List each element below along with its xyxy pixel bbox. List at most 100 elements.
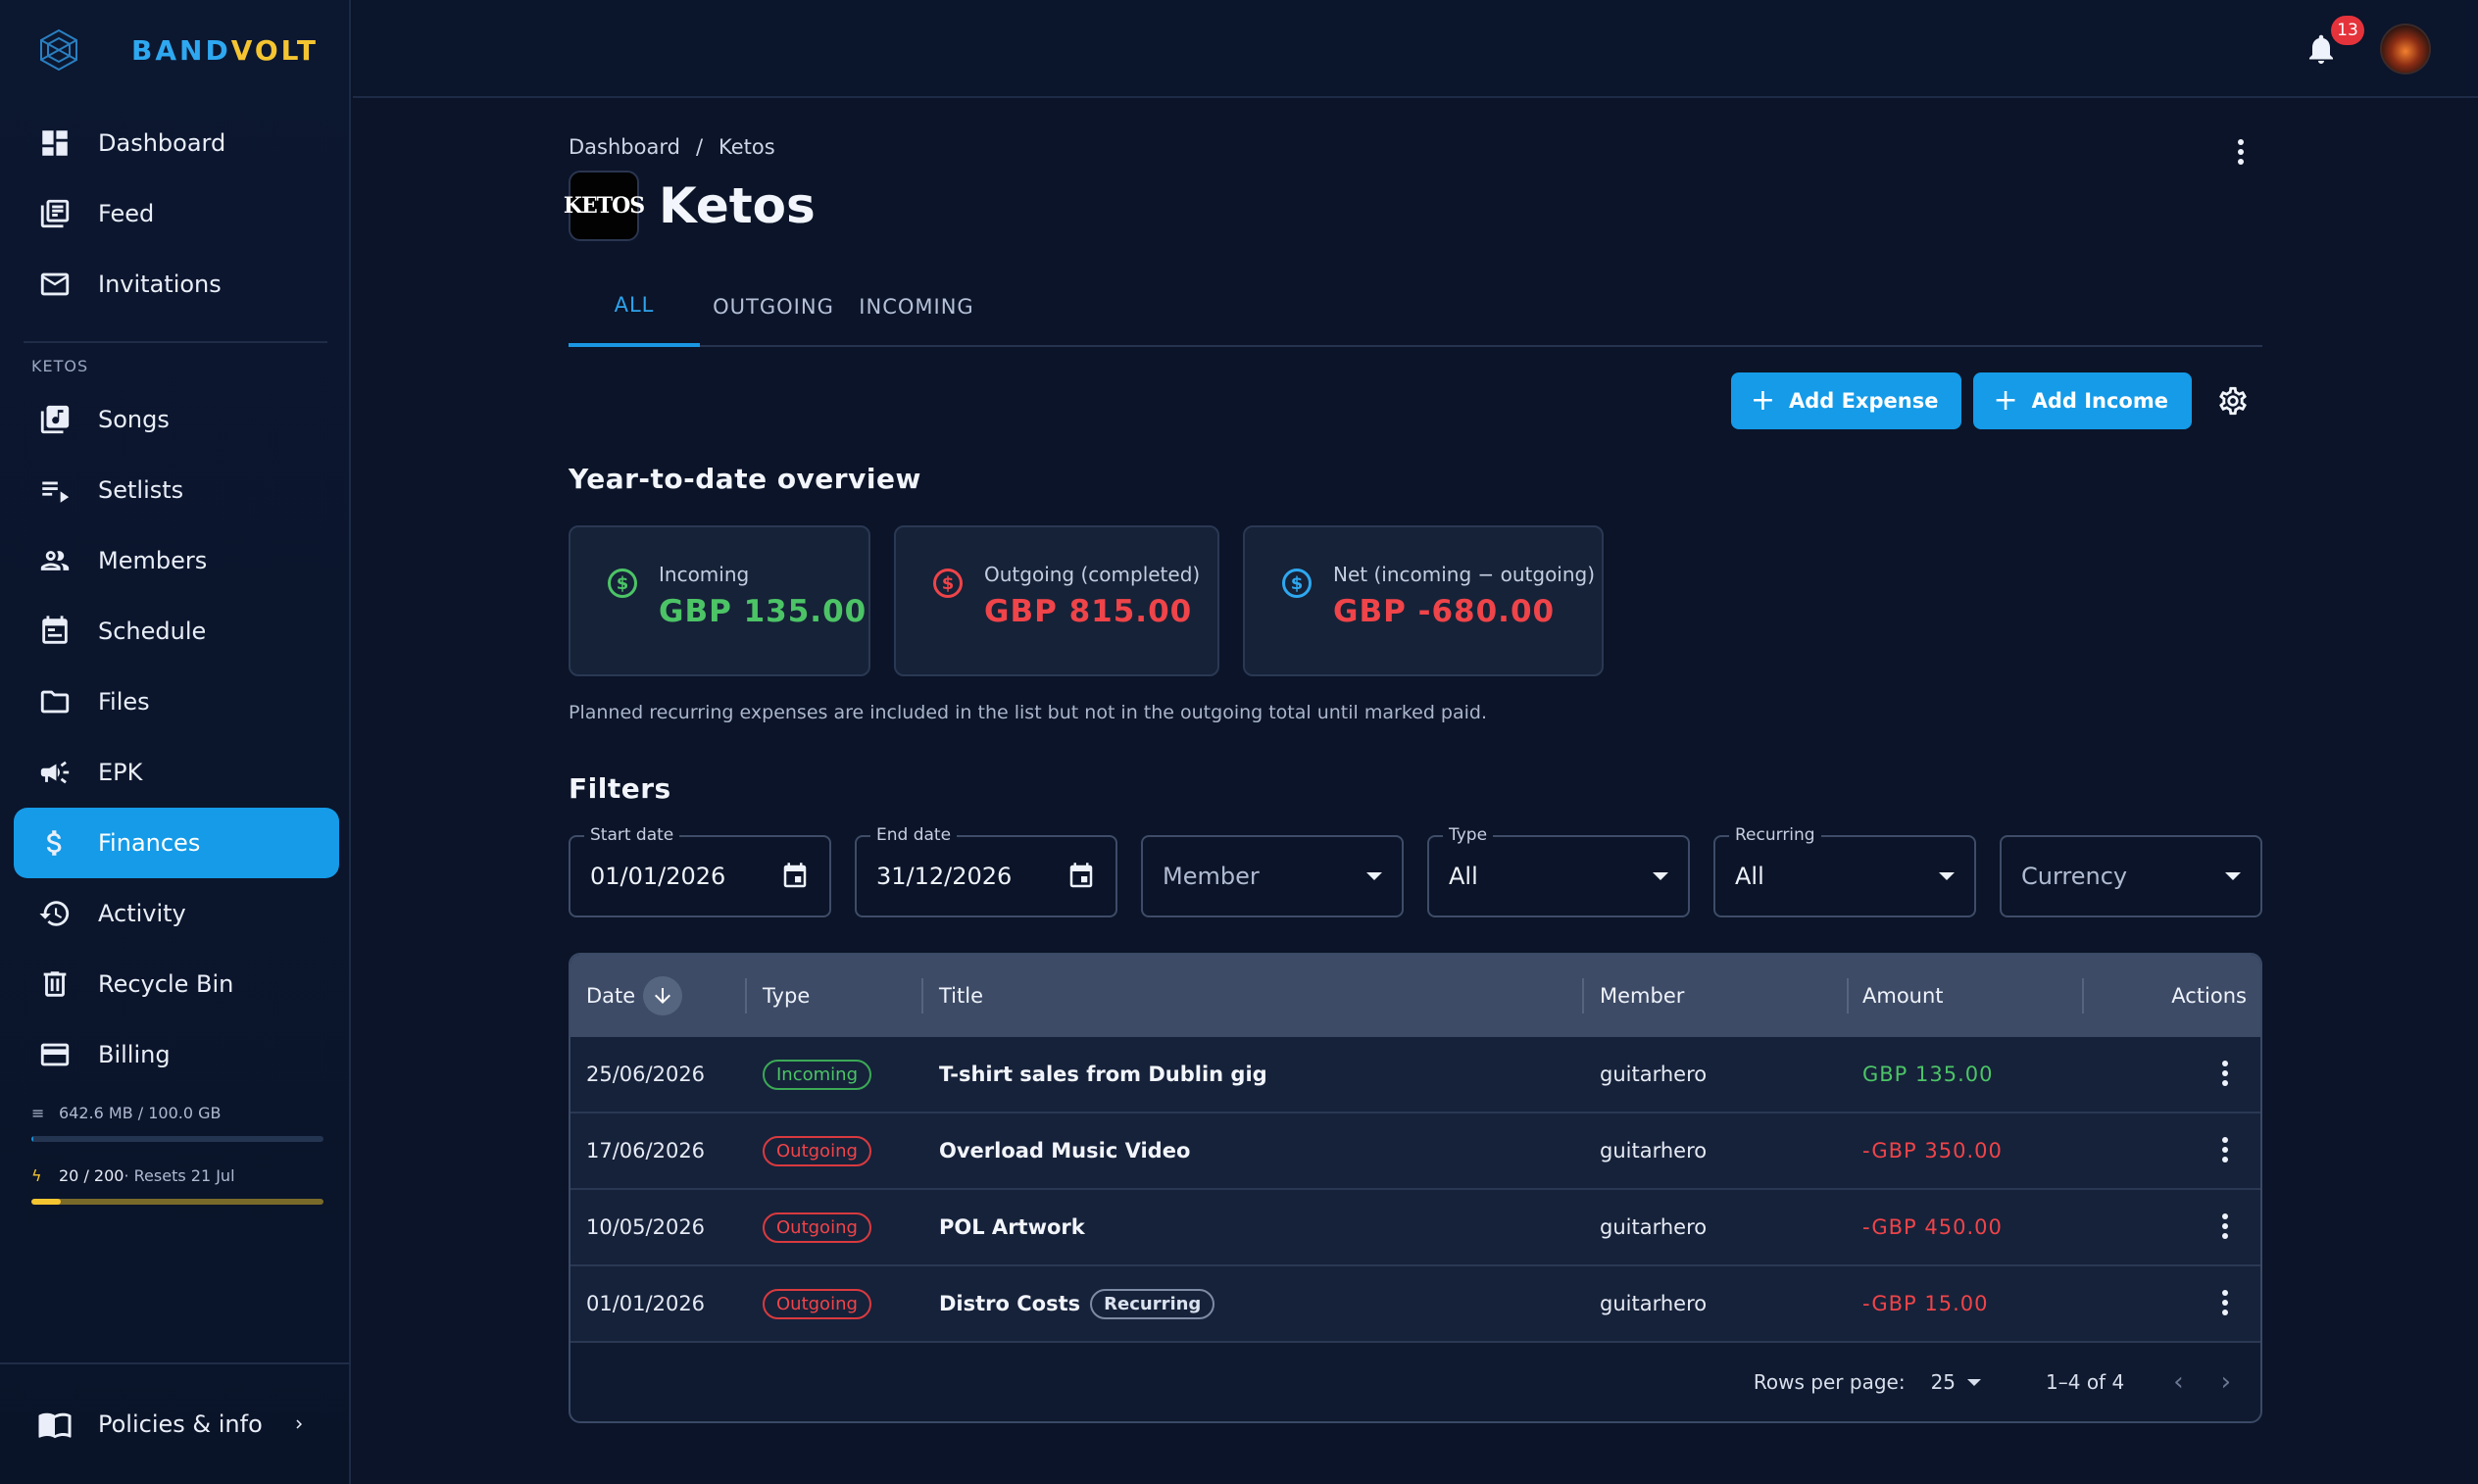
chevron-right-icon [296,1419,302,1429]
caret-down-icon [1366,872,1382,880]
breadcrumb-dashboard-link[interactable]: Dashboard [569,135,680,159]
storage-icon: ≡ [31,1104,45,1122]
incoming-total-card: $ Incoming GBP 135.00 [569,525,870,676]
sidebar-item-setlists[interactable]: Setlists [14,455,339,525]
table-row[interactable]: 10/05/2026 Outgoing POL Artwork guitarhe… [570,1190,2260,1266]
sidebar-item-label: Feed [98,200,155,227]
row-date: 01/01/2026 [586,1292,706,1315]
row-actions-button[interactable] [2221,1137,2229,1166]
currency-select[interactable]: Currency [2000,835,2262,917]
row-date: 10/05/2026 [586,1215,706,1239]
tab-outgoing[interactable]: OUTGOING [700,267,847,347]
top-bar: 13 [353,0,2478,98]
sidebar-item-dashboard[interactable]: Dashboard [14,108,339,178]
table-row[interactable]: 01/01/2026 Outgoing Distro Costs Recurrin… [570,1266,2260,1343]
finance-settings-button[interactable] [2204,372,2262,429]
type-chip-outgoing: Outgoing [763,1135,871,1166]
row-title: Overload Music Video [939,1113,1190,1188]
column-header-title[interactable]: Title [921,955,983,1037]
feed-icon [37,196,73,231]
brand-name: BANDVOLT [131,34,319,67]
sidebar-item-activity[interactable]: Activity [14,878,339,949]
row-type: Outgoing [763,1266,871,1341]
filters-bar: Start date 01/01/2026 End date 31/12/202… [569,825,2262,917]
caret-down-icon [1967,1378,1982,1386]
previous-page-button[interactable]: ‹ [2173,1367,2183,1397]
member-select-placeholder: Member [1163,863,1260,890]
row-amount: -GBP 350.00 [1862,1139,2003,1162]
next-page-button[interactable]: › [2221,1367,2231,1397]
sidebar-item-recycle-bin[interactable]: Recycle Bin [14,949,339,1019]
sidebar-item-label: EPK [98,759,143,786]
sidebar-item-schedule[interactable]: Schedule [14,596,339,667]
rows-per-page-select[interactable]: 25 [1930,1370,1982,1394]
row-title: T-shirt sales from Dublin gig [939,1037,1267,1112]
row-type: Outgoing [763,1190,871,1264]
sidebar-item-songs[interactable]: Songs [14,384,339,455]
dollar-circle-icon: $ [608,569,637,598]
sort-descending-button[interactable] [643,976,683,1015]
sidebar-item-finances[interactable]: Finances [14,808,339,878]
start-date-field[interactable]: Start date 01/01/2026 [569,825,831,917]
caret-down-icon [1939,872,1955,880]
breadcrumb: Dashboard / Ketos [569,135,775,159]
row-actions-button[interactable] [2221,1061,2229,1090]
gear-icon [2219,386,2247,416]
arrow-down-icon [655,988,671,1004]
caret-down-icon [2225,872,2241,880]
sidebar-item-label: Invitations [98,271,222,298]
folder-icon [37,684,73,719]
add-income-button[interactable]: + Add Income [1973,372,2192,429]
sidebar-item-feed[interactable]: Feed [14,178,339,249]
pagination-range: 1–4 of 4 [2046,1370,2125,1394]
outgoing-total-label: Outgoing (completed) [984,563,1201,586]
row-member: guitarhero [1600,1292,1708,1315]
credits-usage-bar [31,1199,323,1205]
sidebar-item-invitations[interactable]: Invitations [14,249,339,320]
storage-usage-bar [31,1136,323,1142]
calendar-icon[interactable] [1066,862,1096,891]
sidebar: BANDVOLT Dashboard Feed Invitations KETO… [0,0,351,1484]
sidebar-item-label: Schedule [98,618,207,645]
calendar-icon[interactable] [780,862,810,891]
bolt-icon: ϟ [31,1166,42,1185]
row-title-text: Distro Costs [939,1292,1081,1315]
page-more-options-button[interactable] [2235,139,2247,169]
type-select[interactable]: Type All [1427,825,1690,917]
member-select[interactable]: Member [1141,835,1404,917]
brand-logo[interactable]: BANDVOLT [35,24,319,76]
end-date-value: 31/12/2026 [876,863,1013,890]
tab-all[interactable]: ALL [569,267,700,347]
page-header: KETOS Ketos [564,171,816,241]
column-header-date[interactable]: Date [586,955,683,1037]
row-title: POL Artwork [939,1190,1085,1264]
overview-cards: $ Incoming GBP 135.00 $ Outgoing (comple… [569,525,1604,676]
credits-used: 20 / 200 [59,1166,124,1185]
table-row[interactable]: 17/06/2026 Outgoing Overload Music Video… [570,1113,2260,1190]
recurring-select[interactable]: Recurring All [1713,825,1976,917]
tab-incoming[interactable]: INCOMING [847,267,986,347]
recurring-select-label: Recurring [1729,825,1821,845]
start-date-label: Start date [584,825,680,845]
add-expense-button[interactable]: + Add Expense [1730,372,1962,429]
rows-per-page-value: 25 [1930,1370,1957,1394]
row-member: guitarhero [1600,1063,1708,1086]
row-actions-button[interactable] [2221,1290,2229,1319]
row-date: 25/06/2026 [586,1063,706,1086]
transactions-table: Date Type Title Member Amount Actions 25… [569,953,2262,1423]
band-logo: KETOS [564,171,645,241]
sidebar-item-billing[interactable]: Billing [14,1019,339,1090]
start-date-value: 01/01/2026 [590,863,726,890]
user-avatar[interactable] [2380,24,2431,74]
column-header-member[interactable]: Member [1582,955,1684,1037]
sidebar-item-members[interactable]: Members [14,525,339,596]
end-date-field[interactable]: End date 31/12/2026 [855,825,1117,917]
sidebar-item-epk[interactable]: EPK [14,737,339,808]
column-header-type[interactable]: Type [745,955,810,1037]
policies-info-link[interactable]: Policies & info [0,1362,351,1484]
row-actions-button[interactable] [2221,1213,2229,1243]
column-header-amount[interactable]: Amount [1847,955,1944,1037]
overview-title: Year-to-date overview [569,463,921,495]
table-row[interactable]: 25/06/2026 Incoming T-shirt sales from D… [570,1037,2260,1113]
sidebar-item-files[interactable]: Files [14,667,339,737]
